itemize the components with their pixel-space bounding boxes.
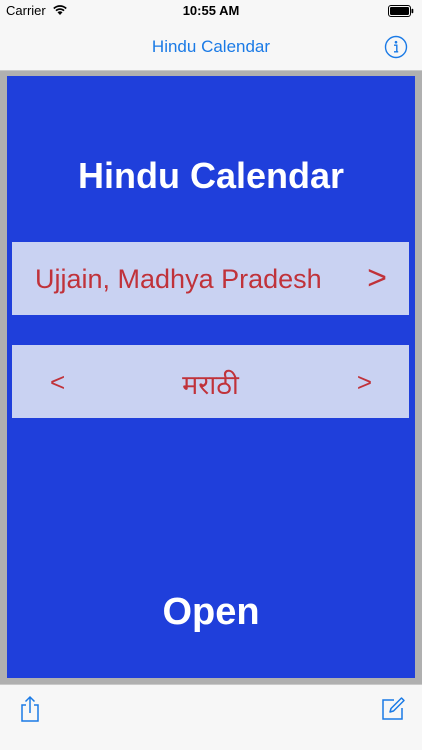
status-time: 10:55 AM [182, 3, 240, 18]
calendar-panel: Hindu Calendar Ujjain, Madhya Pradesh > … [7, 76, 415, 678]
location-selector[interactable]: Ujjain, Madhya Pradesh > [12, 242, 409, 315]
status-bar: Carrier 10:55 AM [0, 0, 422, 22]
language-value: मराठी [182, 370, 239, 401]
open-button[interactable]: Open [111, 582, 311, 642]
app-screen: Carrier 10:55 AM Hindu Calendar Hindu Ca… [0, 0, 422, 750]
location-label: Ujjain, Madhya Pradesh [35, 264, 322, 294]
navigation-bar: Hindu Calendar [0, 22, 422, 71]
language-next-button[interactable]: > [357, 367, 372, 398]
language-selector: < मराठी > [12, 345, 409, 418]
compose-icon[interactable] [380, 696, 406, 722]
panel-heading: Hindu Calendar [77, 155, 345, 196]
share-icon[interactable] [18, 695, 42, 723]
battery-icon [388, 5, 414, 17]
info-icon[interactable] [384, 35, 408, 59]
nav-title: Hindu Calendar [151, 37, 271, 56]
content-frame: Hindu Calendar Ujjain, Madhya Pradesh > … [0, 71, 422, 684]
location-next-arrow[interactable]: > [367, 259, 387, 298]
bottom-toolbar [0, 684, 422, 750]
